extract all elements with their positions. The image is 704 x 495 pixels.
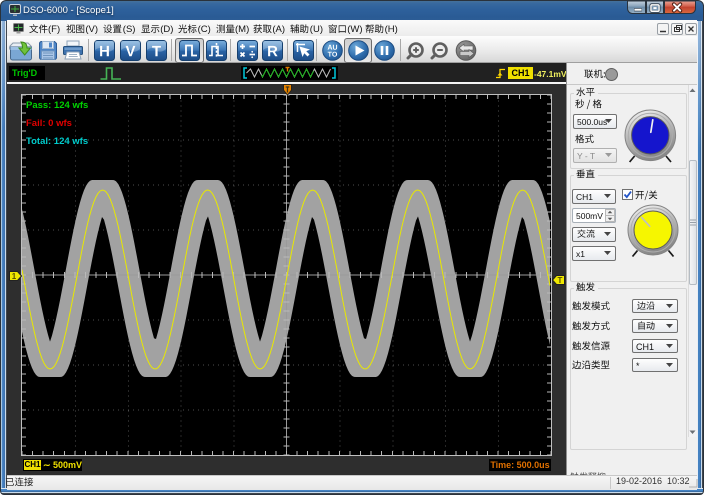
- svg-text:1: 1: [12, 272, 17, 281]
- svg-text:T: T: [558, 276, 563, 285]
